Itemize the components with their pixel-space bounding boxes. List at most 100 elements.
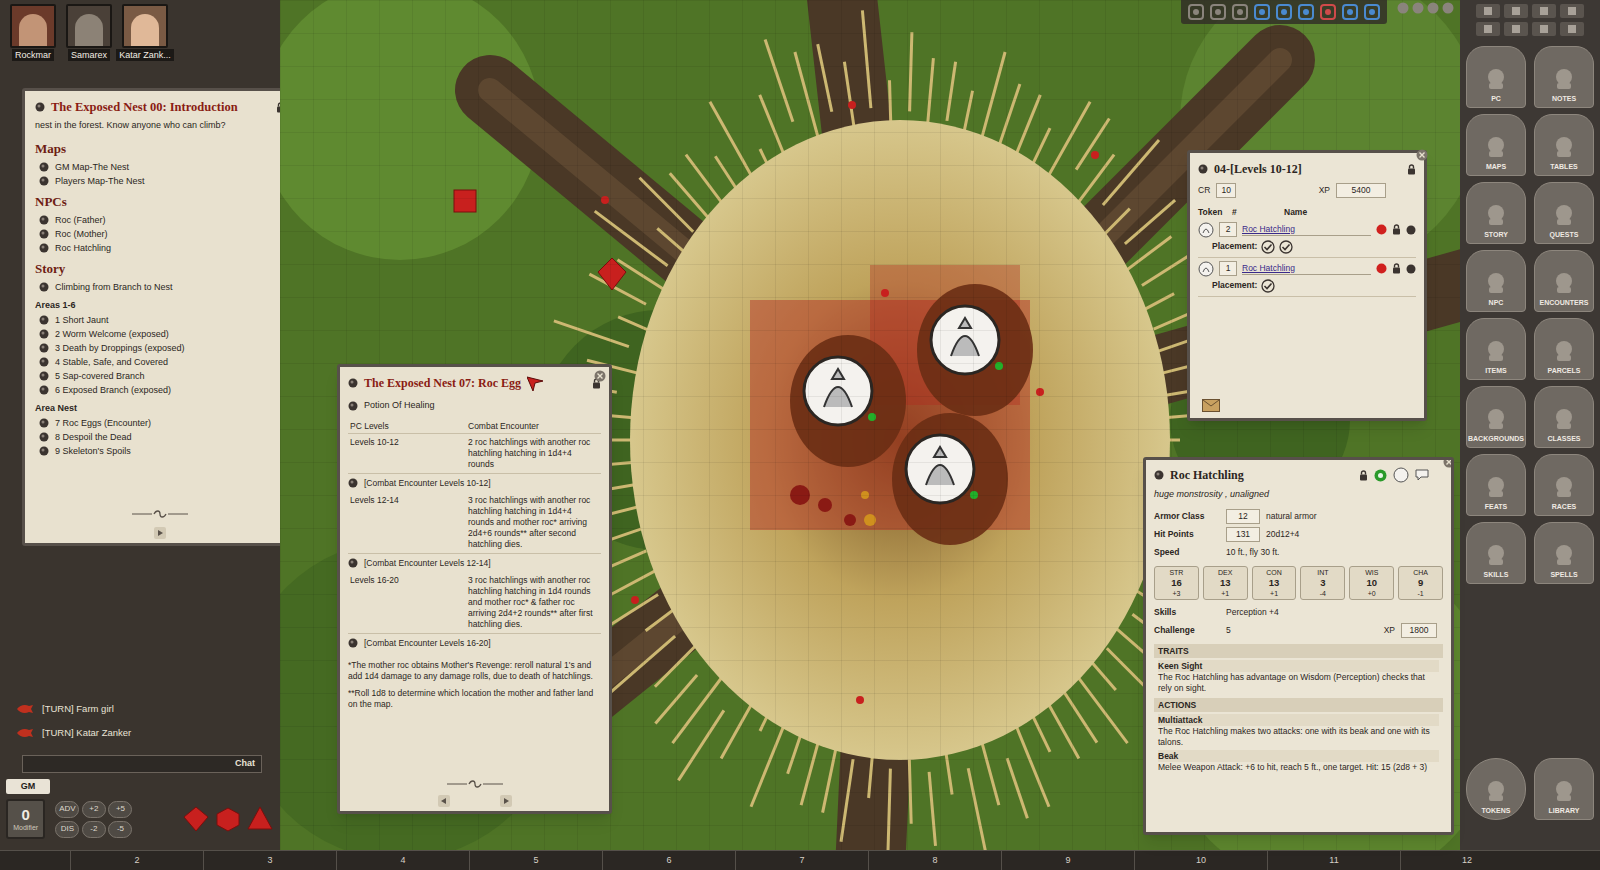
d10-die-icon[interactable] [182, 805, 210, 833]
ability-score[interactable]: CON13+1 [1252, 566, 1297, 600]
faction-icon[interactable] [1376, 224, 1387, 235]
modifier-button[interactable]: +5 [108, 801, 132, 818]
sidebar-button[interactable]: STORY [1466, 182, 1526, 244]
encounter-link[interactable]: [Combat Encounter Levels 12-14] [348, 554, 601, 572]
sidebar-button[interactable]: TOKENS [1466, 758, 1526, 820]
next-page-icon[interactable] [500, 795, 512, 807]
sidebar-button[interactable]: BACKGROUNDS [1466, 386, 1526, 448]
window-control-icon[interactable] [1427, 2, 1439, 14]
sidebar-tool-icon[interactable] [1476, 4, 1500, 18]
close-icon[interactable] [594, 370, 606, 382]
window-control-icon[interactable] [1442, 2, 1454, 14]
toolbar-tool-icon[interactable] [1319, 3, 1337, 21]
npc-name-link[interactable]: Roc Hatchling [1242, 262, 1371, 276]
speed-value[interactable]: 10 ft., fly 30 ft. [1226, 546, 1443, 559]
notes-window[interactable]: The Exposed Nest 07: Roc EggPotion Of He… [337, 364, 612, 814]
next-page-icon[interactable] [154, 527, 166, 539]
sidebar-button[interactable]: PC [1466, 46, 1526, 108]
speech-icon[interactable] [1415, 469, 1429, 481]
npc-name-link[interactable]: Roc Hatchling [1242, 223, 1371, 237]
modifier-button[interactable]: -5 [108, 821, 132, 838]
party-member[interactable]: Katar Zank... [118, 4, 172, 66]
window-control-icon[interactable] [1412, 2, 1424, 14]
sidebar-tool-icon[interactable] [1560, 22, 1584, 36]
count-field[interactable]: 1 [1219, 261, 1237, 276]
sidebar-tool-icon[interactable] [1476, 22, 1500, 36]
story-link[interactable]: Players Map-The Nest [35, 174, 285, 188]
placement-check-icon[interactable] [1261, 240, 1275, 254]
modifier-button[interactable]: +2 [82, 801, 106, 818]
sidebar-button[interactable]: SPELLS [1534, 522, 1594, 584]
story-link[interactable]: 7 Roc Eggs (Encounter) [35, 416, 285, 430]
encounter-link[interactable]: [Combat Encounter Levels 16-20] [348, 634, 601, 652]
sidebar-button[interactable]: ENCOUNTERS [1534, 250, 1594, 312]
sidebar-tool-icon[interactable] [1504, 22, 1528, 36]
sidebar-button[interactable]: MAPS [1466, 114, 1526, 176]
token-icon[interactable] [1198, 261, 1214, 277]
delete-icon[interactable] [1406, 225, 1416, 235]
sidebar-tool-icon[interactable] [1532, 22, 1556, 36]
toolbar-tool-icon[interactable] [1297, 3, 1315, 21]
story-link[interactable]: GM Map-The Nest [35, 160, 285, 174]
story-link[interactable]: 5 Sap-covered Branch [35, 369, 285, 383]
sidebar-button[interactable]: QUESTS [1534, 182, 1594, 244]
toolbar-tool-icon[interactable] [1363, 3, 1381, 21]
token-icon[interactable] [1393, 467, 1409, 483]
envelope-icon[interactable] [1202, 399, 1416, 412]
toolbar-tool-icon[interactable] [1341, 3, 1359, 21]
sidebar-button[interactable]: LIBRARY [1534, 758, 1594, 820]
toolbar-tool-icon[interactable] [1209, 3, 1227, 21]
party-member[interactable]: Samarex [62, 4, 116, 66]
portrait[interactable] [10, 4, 56, 48]
ability-score[interactable]: WIS10+0 [1349, 566, 1394, 600]
party-member[interactable]: Rockmar [6, 4, 60, 66]
count-field[interactable]: 2 [1219, 222, 1237, 237]
story-link[interactable]: 9 Skeleton's Spoils [35, 444, 285, 458]
identified-icon[interactable] [1374, 469, 1387, 482]
lock-icon[interactable] [1392, 224, 1401, 235]
modifier-box[interactable]: 0Modifier [6, 799, 45, 839]
story-link[interactable]: Roc Hatchling [35, 241, 285, 255]
ability-score[interactable]: INT3-4 [1300, 566, 1345, 600]
identity-badge[interactable]: GM [6, 779, 50, 794]
xp-value[interactable]: 5400 [1336, 183, 1386, 198]
story-link[interactable]: 4 Stable, Safe, and Covered [35, 355, 285, 369]
sidebar-tool-icon[interactable] [1560, 4, 1584, 18]
story-link[interactable]: Roc (Father) [35, 213, 285, 227]
window-title-bar[interactable]: The Exposed Nest 00: Introduction [35, 97, 285, 117]
modifier-button[interactable]: -2 [82, 821, 106, 838]
challenge-value[interactable]: 5 [1226, 624, 1378, 637]
encounter-window[interactable]: 04-[Levels 10-12]CR10XP5400Token#Name2Ro… [1187, 150, 1427, 421]
window-title-bar[interactable]: Roc Hatchling [1154, 465, 1443, 485]
ability-score[interactable]: CHA9-1 [1398, 566, 1443, 600]
sidebar-tool-icon[interactable] [1504, 4, 1528, 18]
story-link[interactable]: Climbing from Branch to Nest [35, 280, 285, 294]
toolbar-tool-icon[interactable] [1187, 3, 1205, 21]
sidebar-button[interactable]: NOTES [1534, 46, 1594, 108]
lock-icon[interactable] [1392, 263, 1401, 274]
window-control-icon[interactable] [1397, 2, 1409, 14]
story-link[interactable]: Roc (Mother) [35, 227, 285, 241]
sidebar-button[interactable]: RACES [1534, 454, 1594, 516]
toolbar-tool-icon[interactable] [1231, 3, 1249, 21]
sidebar-button[interactable]: FEATS [1466, 454, 1526, 516]
field-value[interactable]: 12 [1226, 509, 1260, 524]
modifier-button[interactable]: DIS [55, 821, 79, 838]
npc-window[interactable]: Roc Hatchlinghuge monstrosity , unaligne… [1143, 457, 1454, 835]
encounter-link[interactable]: [Combat Encounter Levels 10-12] [348, 474, 601, 492]
story-link[interactable]: 2 Worm Welcome (exposed) [35, 327, 285, 341]
story-link[interactable]: 6 Exposed Branch (exposed) [35, 383, 285, 397]
toolbar-tool-icon[interactable] [1275, 3, 1293, 21]
sidebar-button[interactable]: TABLES [1534, 114, 1594, 176]
close-icon[interactable] [1416, 149, 1428, 161]
sidebar-button[interactable]: PARCELS [1534, 318, 1594, 380]
story-link[interactable]: 3 Death by Droppings (exposed) [35, 341, 285, 355]
sidebar-button[interactable]: NPC [1466, 250, 1526, 312]
sidebar-tool-icon[interactable] [1532, 4, 1556, 18]
placement-check-icon[interactable] [1279, 240, 1293, 254]
item-link[interactable]: Potion Of Healing [348, 399, 601, 413]
delete-icon[interactable] [1406, 264, 1416, 274]
d12-die-icon[interactable] [214, 805, 242, 833]
xp-value[interactable]: 1800 [1401, 623, 1437, 638]
story-link[interactable]: 8 Despoil the Dead [35, 430, 285, 444]
